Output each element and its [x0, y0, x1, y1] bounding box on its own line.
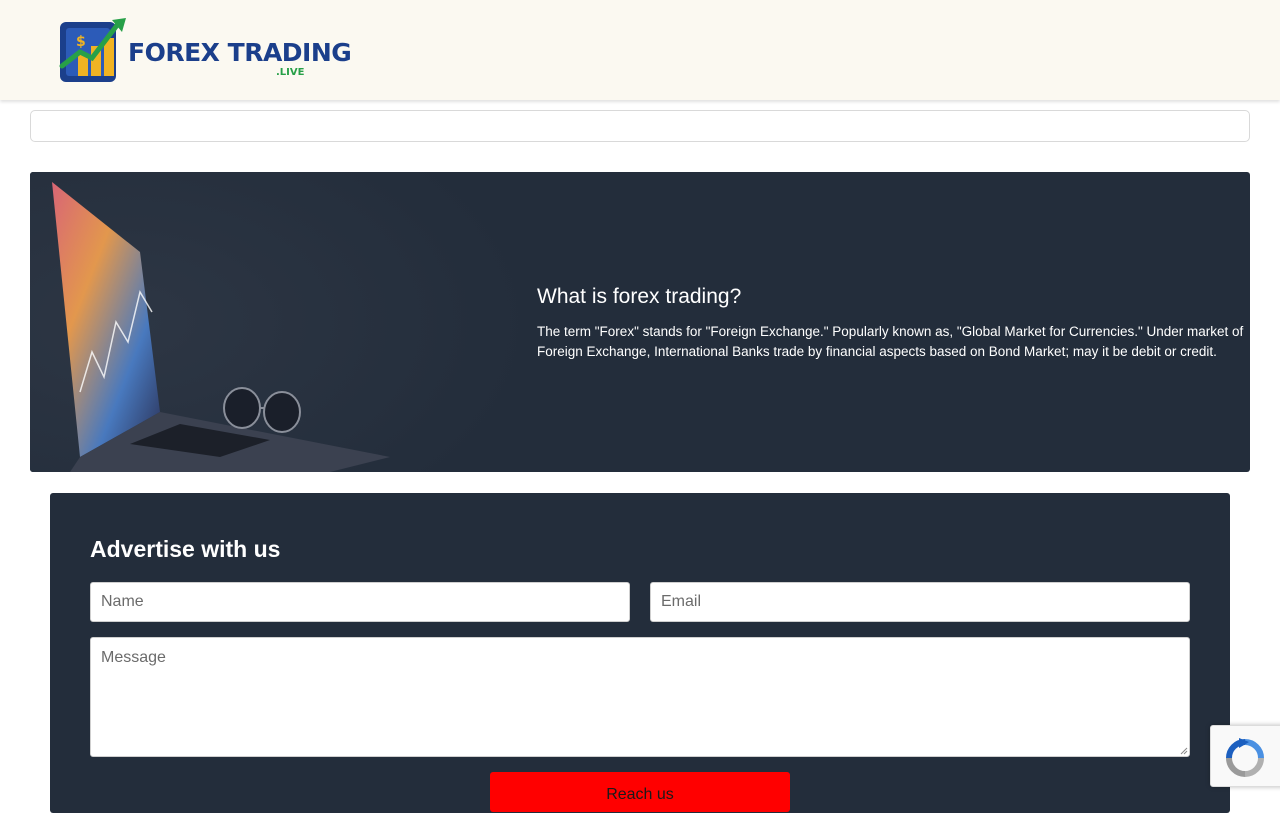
- logo-mark-icon: $: [59, 18, 126, 82]
- resize-handle-icon[interactable]: [1180, 747, 1188, 755]
- recaptcha-icon: [1226, 738, 1264, 777]
- hero-title: What is forex trading?: [537, 285, 742, 308]
- empty-bar: [30, 110, 1250, 142]
- site-header: $ FOREX TRADING .LIVE: [0, 0, 1280, 100]
- logo-text: FOREX TRADING: [128, 38, 352, 67]
- site-logo[interactable]: $ FOREX TRADING .LIVE: [58, 14, 352, 86]
- reach-us-button[interactable]: Reach us: [490, 772, 790, 812]
- recaptcha-badge[interactable]: [1210, 725, 1280, 787]
- hero-banner: What is forex trading? The term "Forex" …: [30, 172, 1250, 472]
- laptop-illustration: [30, 172, 530, 472]
- logo-subtext: .LIVE: [276, 67, 305, 78]
- svg-text:$: $: [76, 34, 86, 50]
- advertise-form-panel: Advertise with us Reach us: [50, 493, 1230, 813]
- hero-description: The term "Forex" stands for "Foreign Exc…: [537, 324, 1244, 359]
- name-field[interactable]: [90, 582, 630, 622]
- email-field[interactable]: [650, 582, 1190, 622]
- advertise-title: Advertise with us: [90, 536, 281, 562]
- message-field[interactable]: [90, 637, 1190, 757]
